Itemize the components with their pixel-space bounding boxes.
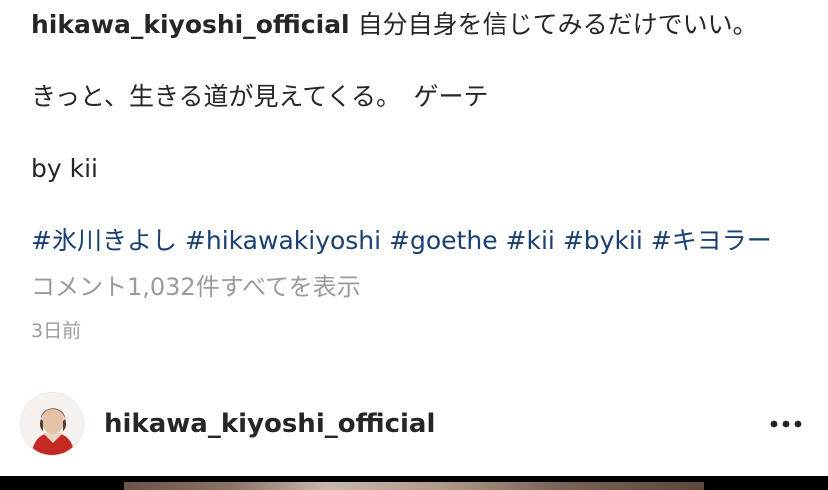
hashtag-link[interactable]: #hikawakiyoshi [185,226,381,255]
caption-hashtags: #氷川きよし #hikawakiyoshi #goethe #kii #byki… [31,226,772,256]
hashtag-link[interactable]: #bykii [563,226,643,255]
caption-first-line: hikawa_kiyoshi_official 自分自身を信じてみるだけでいい。 [31,10,758,40]
profile-avatar[interactable] [20,392,84,456]
caption-username[interactable]: hikawa_kiyoshi_official [31,10,350,39]
post-image[interactable] [0,476,828,490]
caption-text-line1: 自分自身を信じてみるだけでいい。 [357,10,758,39]
next-post-header: hikawa_kiyoshi_official [0,390,828,460]
post-timestamp: 3日前 [31,320,82,342]
hashtag-link[interactable]: #kii [506,226,555,255]
hashtag-link[interactable]: #goethe [389,226,498,255]
post-author-username[interactable]: hikawa_kiyoshi_official [104,408,435,440]
caption-text-line3: by kii [31,154,98,183]
post-caption-section: hikawa_kiyoshi_official 自分自身を信じてみるだけでいい。… [0,0,828,490]
avatar-image [21,393,83,455]
post-image-content [124,482,704,490]
hashtag-link[interactable]: #氷川きよし [31,226,177,255]
hashtag-link[interactable]: #キヨラー [651,226,772,255]
view-all-comments-link[interactable]: コメント1,032件すべてを表示 [31,272,361,302]
more-options-button[interactable] [766,410,806,438]
more-horizontal-icon [770,420,802,428]
caption-text-line2: きっと、生きる道が見えてくる。 ゲーテ [31,82,489,111]
